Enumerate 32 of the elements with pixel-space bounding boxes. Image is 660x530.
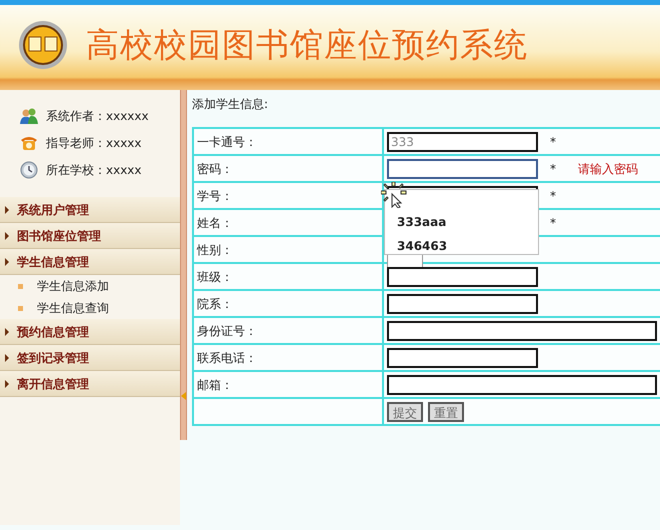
menu-header[interactable]: 预约信息管理: [0, 319, 180, 345]
field-label: 一卡通号：: [193, 128, 383, 155]
field-label: 身份证号：: [193, 317, 383, 344]
required-mark: *: [550, 160, 557, 178]
author-info: 系统作者：xxxxxx: [46, 108, 149, 124]
menu-header[interactable]: 系统用户管理: [0, 197, 180, 223]
field-label: 性别：: [193, 236, 383, 263]
field-label: 邮箱：: [193, 371, 383, 398]
menu-header[interactable]: 学生信息管理: [0, 249, 180, 275]
field-label: 院系：: [193, 290, 383, 317]
form-button[interactable]: 重置: [428, 402, 464, 422]
field-label: 联系电话：: [193, 344, 383, 371]
autocomplete-option[interactable]: 333aaa: [397, 210, 538, 234]
menu-header[interactable]: 离开信息管理: [0, 371, 180, 397]
menu-header[interactable]: 签到记录管理: [0, 345, 180, 371]
error-message: 请输入密码: [578, 160, 638, 178]
field-label: 学号：: [193, 182, 383, 209]
submenu-item[interactable]: 学生信息添加: [37, 277, 109, 295]
required-mark: *: [550, 214, 557, 232]
menu-header[interactable]: 图书馆座位管理: [0, 223, 180, 249]
teacher-info: 指导老师：xxxxx: [46, 134, 142, 152]
school-info: 所在学校：xxxxx: [46, 162, 142, 178]
input-field[interactable]: 333: [387, 132, 538, 152]
required-mark: *: [550, 188, 557, 204]
system-title: 高校校园图书馆座位预约系统: [86, 24, 528, 66]
field-label: 姓名：: [193, 209, 383, 236]
field-label: 班级：: [193, 263, 383, 290]
field-label: 密码：: [193, 155, 383, 182]
submenu-item[interactable]: 学生信息查询: [37, 299, 109, 317]
required-mark: *: [550, 134, 557, 150]
form-button[interactable]: 提交: [387, 402, 423, 422]
form-heading: 添加学生信息:: [192, 97, 268, 111]
